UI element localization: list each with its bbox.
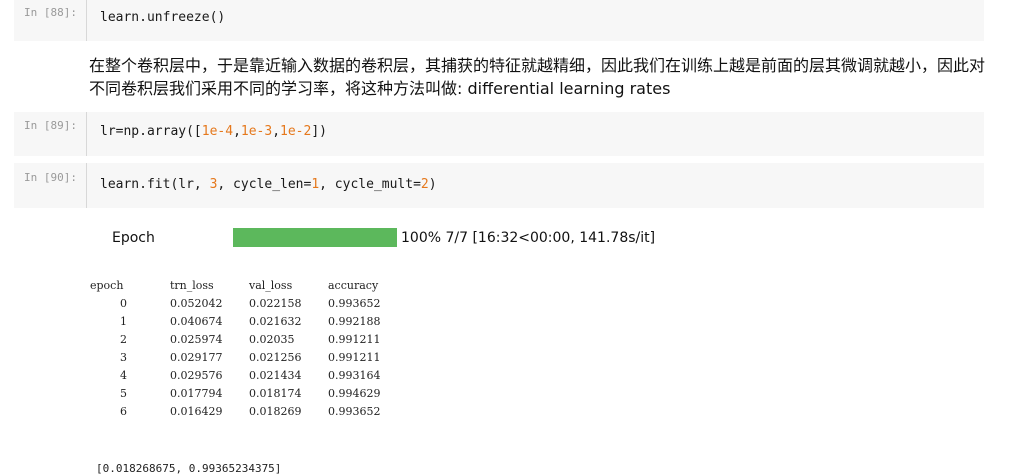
accuracy-cell: 0.993652 bbox=[328, 297, 381, 310]
results-header-row: epoch trn_loss val_loss accuracy bbox=[90, 279, 381, 297]
val-loss-cell: 0.021256 bbox=[249, 351, 302, 364]
accuracy-cell: 0.991211 bbox=[328, 333, 381, 346]
epoch-cell: 6 bbox=[120, 405, 127, 418]
code-number: 1e-3 bbox=[240, 124, 273, 139]
code-number: 1e-4 bbox=[201, 124, 234, 139]
code-token: learn.fit(lr, bbox=[100, 177, 210, 192]
accuracy-cell: 0.991211 bbox=[328, 351, 381, 364]
cell-90-code[interactable]: learn.fit(lr, 3, cycle_len=1, cycle_mult… bbox=[100, 177, 437, 192]
trn-loss-cell: 0.016429 bbox=[170, 405, 223, 418]
trn-loss-cell: 0.029177 bbox=[170, 351, 223, 364]
cell-89-code[interactable]: lr=np.array([1e-4,1e-3,1e-2]) bbox=[100, 124, 327, 139]
val-loss-cell: 0.022158 bbox=[249, 297, 302, 310]
cell-90-prompt: In [90]: bbox=[24, 171, 77, 184]
trn-loss-cell: 0.025974 bbox=[170, 333, 223, 346]
accuracy-cell: 0.993652 bbox=[328, 405, 381, 418]
epoch-cell: 3 bbox=[120, 351, 127, 364]
table-row: 6 0.016429 0.018269 0.993652 bbox=[90, 405, 381, 423]
table-row: 2 0.025974 0.02035 0.991211 bbox=[90, 333, 381, 351]
val-loss-cell: 0.02035 bbox=[249, 333, 295, 346]
column-header-accuracy: accuracy bbox=[328, 279, 379, 292]
trn-loss-cell: 0.052042 bbox=[170, 297, 223, 310]
results-table: epoch trn_loss val_loss accuracy 0 0.052… bbox=[90, 279, 381, 423]
markdown-explanation: 在整个卷积层中，于是靠近输入数据的卷积层，其捕获的特征就越精细，因此我们在训练上… bbox=[89, 56, 986, 98]
code-number: 2 bbox=[420, 177, 429, 192]
progress-label: Epoch bbox=[112, 230, 155, 246]
trn-loss-cell: 0.029576 bbox=[170, 369, 223, 382]
progress-status: 100% 7/7 [16:32<00:00, 141.78s/it] bbox=[401, 230, 656, 246]
column-header-epoch: epoch bbox=[90, 279, 124, 292]
code-token: ) bbox=[428, 177, 437, 192]
table-row: 1 0.040674 0.021632 0.992188 bbox=[90, 315, 381, 333]
code-token: lr=np.array([ bbox=[100, 124, 202, 139]
table-row: 3 0.029177 0.021256 0.991211 bbox=[90, 351, 381, 369]
code-token: , cycle_mult= bbox=[319, 177, 421, 192]
progress-bar-fill bbox=[233, 228, 397, 247]
epoch-cell: 1 bbox=[120, 315, 127, 328]
val-loss-cell: 0.018174 bbox=[249, 387, 302, 400]
column-header-val-loss: val_loss bbox=[249, 279, 293, 292]
code-token: , bbox=[272, 124, 281, 139]
epoch-cell: 2 bbox=[120, 333, 127, 346]
epoch-cell: 0 bbox=[120, 297, 127, 310]
cell-88-code[interactable]: learn.unfreeze() bbox=[100, 10, 225, 25]
epoch-cell: 4 bbox=[120, 369, 127, 382]
cell-89-prompt: In [89]: bbox=[24, 119, 77, 132]
table-row: 4 0.029576 0.021434 0.993164 bbox=[90, 369, 381, 387]
code-number: 1e-2 bbox=[280, 124, 312, 139]
val-loss-cell: 0.018269 bbox=[249, 405, 302, 418]
accuracy-cell: 0.993164 bbox=[328, 369, 381, 382]
code-token: ]) bbox=[311, 124, 327, 139]
cell-88-prompt: In [88]: bbox=[24, 6, 77, 19]
accuracy-cell: 0.994629 bbox=[328, 387, 381, 400]
trn-loss-cell: 0.040674 bbox=[170, 315, 223, 328]
table-row: 5 0.017794 0.018174 0.994629 bbox=[90, 387, 381, 405]
code-token: , cycle_len= bbox=[217, 177, 312, 192]
progress-bar bbox=[233, 228, 397, 247]
column-header-trn-loss: trn_loss bbox=[170, 279, 214, 292]
code-number: 1 bbox=[311, 177, 320, 192]
val-loss-cell: 0.021632 bbox=[249, 315, 302, 328]
val-loss-cell: 0.021434 bbox=[249, 369, 302, 382]
final-output: [0.018268675, 0.99365234375] bbox=[96, 462, 282, 475]
accuracy-cell: 0.992188 bbox=[328, 315, 381, 328]
trn-loss-cell: 0.017794 bbox=[170, 387, 223, 400]
epoch-cell: 5 bbox=[120, 387, 127, 400]
code-token: , bbox=[233, 124, 241, 139]
table-row: 0 0.052042 0.022158 0.993652 bbox=[90, 297, 381, 315]
